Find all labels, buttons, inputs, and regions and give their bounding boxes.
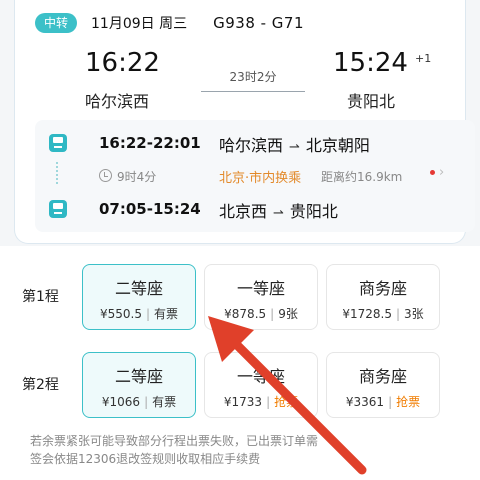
page: 中转 11月09日 周三 G938 - G71 16:22 哈尔滨西 23时2分… [0, 0, 480, 480]
seat-name: 商务座 [358, 367, 407, 386]
chevron-right-icon[interactable]: › [439, 165, 444, 180]
leg1-to: 北京朝阳 [305, 136, 370, 155]
trip-summary-card[interactable]: 中转 11月09日 周三 G938 - G71 16:22 哈尔滨西 23时2分… [14, 0, 475, 244]
seat-price: ¥1728.5 [342, 307, 392, 321]
leg1-label: 第1程 [22, 289, 59, 305]
train-icon [49, 200, 67, 218]
seat-info: ¥3361 | 抢票 [345, 395, 421, 409]
seat-price: ¥1733 [223, 395, 263, 409]
leg2-from: 北京西 [219, 202, 268, 221]
seat-name: 二等座 [114, 279, 163, 298]
seat-price: ¥3361 [345, 395, 385, 409]
seat-availability: 9张 [278, 307, 298, 321]
leg1-from: 哈尔滨西 [219, 136, 284, 155]
leg2-seat-second-class[interactable]: 二等座 ¥1066 | 有票 [82, 352, 196, 418]
transfer-badge: 中转 [35, 13, 78, 33]
notice-dot [430, 170, 435, 175]
depart-station: 哈尔滨西 [85, 92, 150, 111]
legs-panel: 16:22-22:01 哈尔滨西 ⇀ 北京朝阳 9时4分 北京·市内换乘 距离约16… [35, 120, 475, 232]
transfer-distance[interactable]: 距离约16.9km [321, 168, 402, 185]
connector-dots [56, 162, 60, 184]
seat-availability: 有票 [152, 395, 177, 409]
seat-info: ¥550.5 | 有票 [99, 307, 179, 321]
arrow-right-icon: ⇀ [273, 206, 284, 221]
seat-name: 商务座 [358, 279, 407, 298]
clock-icon [99, 169, 112, 182]
notice-line-2: 签会依据12306退改签规则收取相应手续费 [30, 452, 261, 466]
leg1-time: 16:22-22:01 [99, 134, 201, 152]
wait-time: 9时4分 [117, 170, 157, 184]
seat-price: ¥1066 [101, 395, 141, 409]
leg2-time: 07:05-15:24 [99, 200, 201, 218]
trip-header: 中转 11月09日 周三 G938 - G71 [35, 12, 304, 34]
seat-availability: 3张 [404, 307, 424, 321]
arrow-right-icon: ⇀ [289, 140, 300, 155]
depart-time: 16:22 [85, 48, 160, 78]
arrive-next-day: +1 [415, 52, 432, 65]
seat-name: 一等座 [236, 279, 285, 298]
train-numbers: G938 - G71 [213, 14, 305, 32]
leg1-seat-first-class[interactable]: 一等座 ¥878.5 | 9张 [204, 264, 318, 330]
seat-price: ¥550.5 [99, 307, 142, 321]
seat-availability: 有票 [154, 307, 179, 321]
leg1-seat-second-class[interactable]: 二等座 ¥550.5 | 有票 [82, 264, 196, 330]
leg2-label: 第2程 [22, 377, 59, 393]
arrive-station: 贵阳北 [347, 92, 396, 111]
seat-availability: 抢票 [274, 395, 299, 409]
arrive-time: 15:24 [333, 48, 408, 78]
notice-line-1: 若余票紧张可能导致部分行程出票失败，已出票订单需 [30, 434, 319, 448]
transfer-note[interactable]: 北京·市内换乘 [219, 167, 301, 186]
seat-info: ¥1733 | 抢票 [223, 395, 299, 409]
seat-info: ¥1066 | 有票 [101, 395, 177, 409]
leg2-seat-business-class[interactable]: 商务座 ¥3361 | 抢票 [326, 352, 440, 418]
seat-name: 二等座 [114, 367, 163, 386]
ticket-notice: 若余票紧张可能导致部分行程出票失败，已出票订单需 签会依据12306退改签规则收… [30, 432, 450, 468]
total-duration: 23时2分 [201, 68, 305, 92]
seat-price: ¥878.5 [224, 307, 267, 321]
seat-availability: 抢票 [396, 395, 421, 409]
leg1-seat-business-class[interactable]: 商务座 ¥1728.5 | 3张 [326, 264, 440, 330]
leg2-route: 北京西 ⇀ 贵阳北 [219, 198, 338, 222]
leg1-route: 哈尔滨西 ⇀ 北京朝阳 [219, 132, 370, 156]
travel-date: 11月09日 周三 [91, 16, 188, 32]
seat-info: ¥878.5 | 9张 [224, 307, 298, 321]
leg2-seat-first-class[interactable]: 一等座 ¥1733 | 抢票 [204, 352, 318, 418]
train-icon [49, 134, 67, 152]
seat-name: 一等座 [236, 367, 285, 386]
seat-info: ¥1728.5 | 3张 [342, 307, 424, 321]
leg2-to: 贵阳北 [289, 202, 338, 221]
